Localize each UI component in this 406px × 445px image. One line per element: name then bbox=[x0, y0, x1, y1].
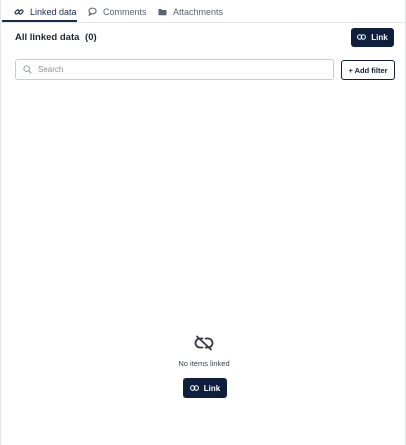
tab-bar: Linked data Comments Attachments bbox=[1, 0, 405, 23]
folder-icon bbox=[158, 8, 167, 16]
empty-state-link-button[interactable]: Link bbox=[183, 378, 227, 398]
link-button-label: Link bbox=[371, 33, 388, 42]
search-box[interactable] bbox=[15, 59, 334, 80]
link-button-label: Link bbox=[203, 383, 221, 393]
linked-data-panel: Linked data Comments Attachments All lin… bbox=[0, 0, 406, 445]
search-input[interactable] bbox=[38, 65, 308, 74]
page-title: All linked data (0) bbox=[15, 32, 97, 43]
tab-comments[interactable]: Comments bbox=[88, 0, 147, 23]
tab-label: Linked data bbox=[30, 6, 77, 17]
title-text: All linked data bbox=[15, 32, 80, 43]
comment-icon bbox=[88, 7, 97, 16]
active-tab-indicator bbox=[2, 20, 77, 22]
tab-label: Comments bbox=[103, 6, 147, 17]
unlink-icon bbox=[194, 335, 214, 356]
search-icon bbox=[23, 61, 32, 79]
link-button[interactable]: Link bbox=[351, 28, 394, 47]
link-icon bbox=[189, 384, 199, 393]
tab-attachments[interactable]: Attachments bbox=[158, 0, 223, 23]
tab-label: Attachments bbox=[173, 6, 224, 17]
empty-state-message: No items linked bbox=[178, 359, 230, 368]
add-filter-button[interactable]: + Add filter bbox=[341, 60, 395, 80]
add-filter-label: + Add filter bbox=[348, 65, 388, 75]
link-icon bbox=[357, 33, 367, 42]
count-badge: (0) bbox=[85, 32, 97, 43]
link-icon bbox=[14, 7, 24, 17]
